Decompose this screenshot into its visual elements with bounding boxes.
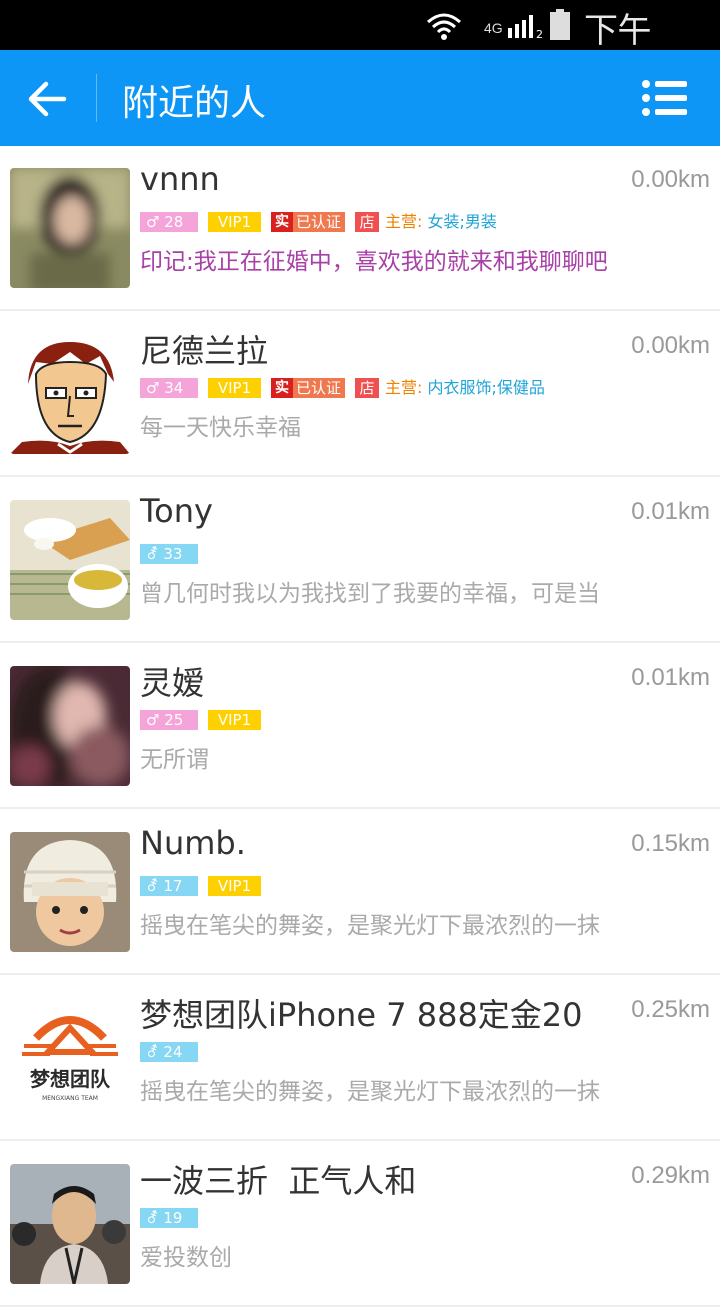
business-info: 主营: 女装;男装 [385, 212, 497, 232]
age: 17 [163, 877, 183, 895]
signature: 摇曳在笔尖的舞姿，是聚光灯下最浓烈的一抹 [140, 1079, 600, 1105]
network-type: 4G [484, 20, 503, 36]
person-name: Tony [140, 492, 213, 530]
signature: 印记:我正在征婚中，喜欢我的就来和我聊聊吧 [140, 249, 608, 275]
shop-badge: 店 [355, 212, 379, 232]
vip-badge: VIP1 [208, 378, 261, 398]
badges: ⚦ 24 [140, 1042, 208, 1064]
age: 33 [163, 545, 183, 563]
distance: 0.29km [631, 1162, 710, 1189]
gender-icon: ⚦ [146, 1043, 159, 1061]
verified-label: 已认证 [296, 379, 342, 397]
shop-badge: 店 [355, 378, 379, 398]
gender-age-badge: ⚦ 24 [140, 1042, 198, 1062]
verified-label: 已认证 [296, 213, 342, 231]
avatar [10, 1164, 130, 1284]
gender-icon: ⚦ [146, 545, 159, 563]
vip-badge: VIP1 [208, 212, 261, 232]
age: 25 [164, 711, 184, 729]
person-name: vnnn [140, 160, 220, 198]
age: 19 [163, 1209, 183, 1227]
person-name: Numb. [140, 824, 246, 862]
arrow-left-icon[interactable] [24, 76, 70, 122]
badges: ♂ 28 VIP1 实已认证店主营: 女装;男装 [140, 212, 497, 234]
status-bar: 4G 2 下午3:31 [0, 0, 720, 92]
avatar [10, 168, 130, 288]
real-name-mark: 实 [271, 212, 293, 232]
person-name: 梦想团队iPhone 7 888定金20 [140, 996, 583, 1034]
gender-age-badge: ⚦ 33 [140, 544, 198, 564]
distance: 0.25km [631, 996, 710, 1023]
person-name: 尼德兰拉 [140, 332, 269, 370]
business-info: 主营: 内衣服饰;保健品 [385, 378, 545, 398]
age: 28 [164, 213, 184, 231]
badges: ⚦ 19 [140, 1208, 208, 1230]
vip-badge: VIP1 [208, 876, 261, 896]
person-name: 一波三折 正气人和 [140, 1162, 417, 1200]
vip-badge: VIP1 [208, 710, 261, 730]
gender-age-badge: ♂ 25 [140, 710, 198, 730]
logo-subtext: MENGXIANG TEAM [42, 1095, 98, 1102]
badges: ♂ 25 VIP1 [140, 710, 271, 732]
battery-icon [550, 9, 570, 40]
age: 24 [163, 1043, 183, 1061]
distance: 0.00km [631, 166, 710, 193]
distance: 0.00km [631, 332, 710, 359]
list-item[interactable]: 梦想团队 MENGXIANG TEAM 梦想团队iPhone 7 888定金20… [0, 976, 720, 1141]
gender-icon: ⚦ [146, 877, 159, 895]
business-label: 主营: [385, 212, 423, 231]
gender-age-badge: ♂ 34 [140, 378, 198, 398]
signature: 摇曳在笔尖的舞姿，是聚光灯下最浓烈的一抹 [140, 913, 600, 939]
avatar [10, 666, 130, 786]
list-item[interactable]: 尼德兰拉 0.00km ♂ 34 VIP1 实已认证店主营: 内衣服饰;保健品 每一… [0, 312, 720, 477]
gender-age-badge: ⚦ 19 [140, 1208, 198, 1228]
business-value: 内衣服饰;保健品 [427, 378, 545, 397]
person-name: 灵嫒 [140, 664, 205, 702]
distance: 0.15km [631, 830, 710, 857]
avatar [10, 334, 130, 454]
distance: 0.01km [631, 498, 710, 525]
business-value: 女装;男装 [427, 212, 497, 231]
list-item[interactable]: Numb. 0.15km ⚦ 17 VIP1 摇曳在笔尖的舞姿，是聚光灯下最浓烈的… [0, 810, 720, 975]
list-menu-icon[interactable] [640, 76, 690, 120]
app-bar: 附近的人 [0, 50, 720, 146]
avatar [10, 832, 130, 952]
sim-indicator: 2 [536, 28, 543, 41]
gender-icon: ♂ [146, 711, 160, 729]
gender-age-badge: ⚦ 17 [140, 876, 198, 896]
real-name-mark: 实 [271, 378, 293, 398]
page-title: 附近的人 [122, 83, 267, 124]
list-item[interactable]: vnnn 0.00km ♂ 28 VIP1 实已认证店主营: 女装;男装 印记:我正… [0, 146, 720, 311]
logo-text: 梦想团队 [30, 1067, 111, 1091]
list-item[interactable]: 一波三折 正气人和 0.29km ⚦ 19 爱投数创 [0, 1142, 720, 1307]
list-item[interactable]: 灵嫒 0.01km ♂ 25 VIP1 无所谓 [0, 644, 720, 809]
wifi-icon [427, 13, 461, 40]
badges: ⚦ 17 VIP1 [140, 876, 271, 898]
verified-badge: 实已认证 [271, 378, 345, 398]
business-label: 主营: [385, 378, 423, 397]
gender-icon: ♂ [146, 213, 160, 231]
badges: ♂ 34 VIP1 实已认证店主营: 内衣服饰;保健品 [140, 378, 545, 400]
distance: 0.01km [631, 664, 710, 691]
gender-icon: ♂ [146, 379, 160, 397]
team-logo-avatar: 梦想团队 MENGXIANG TEAM [10, 998, 130, 1118]
badges: ⚦ 33 [140, 544, 208, 566]
gender-icon: ⚦ [146, 1209, 159, 1227]
gender-age-badge: ♂ 28 [140, 212, 198, 232]
age: 34 [164, 379, 184, 397]
signature: 每一天快乐幸福 [140, 415, 301, 441]
signature: 爱投数创 [140, 1245, 232, 1271]
divider [96, 74, 97, 122]
verified-badge: 实已认证 [271, 212, 345, 232]
list-item[interactable]: Tony 0.01km ⚦ 33 曾几何时我以为我找到了我要的幸福，可是当 [0, 478, 720, 643]
avatar [10, 500, 130, 620]
signature: 曾几何时我以为我找到了我要的幸福，可是当 [140, 581, 600, 607]
signature: 无所谓 [140, 747, 209, 773]
